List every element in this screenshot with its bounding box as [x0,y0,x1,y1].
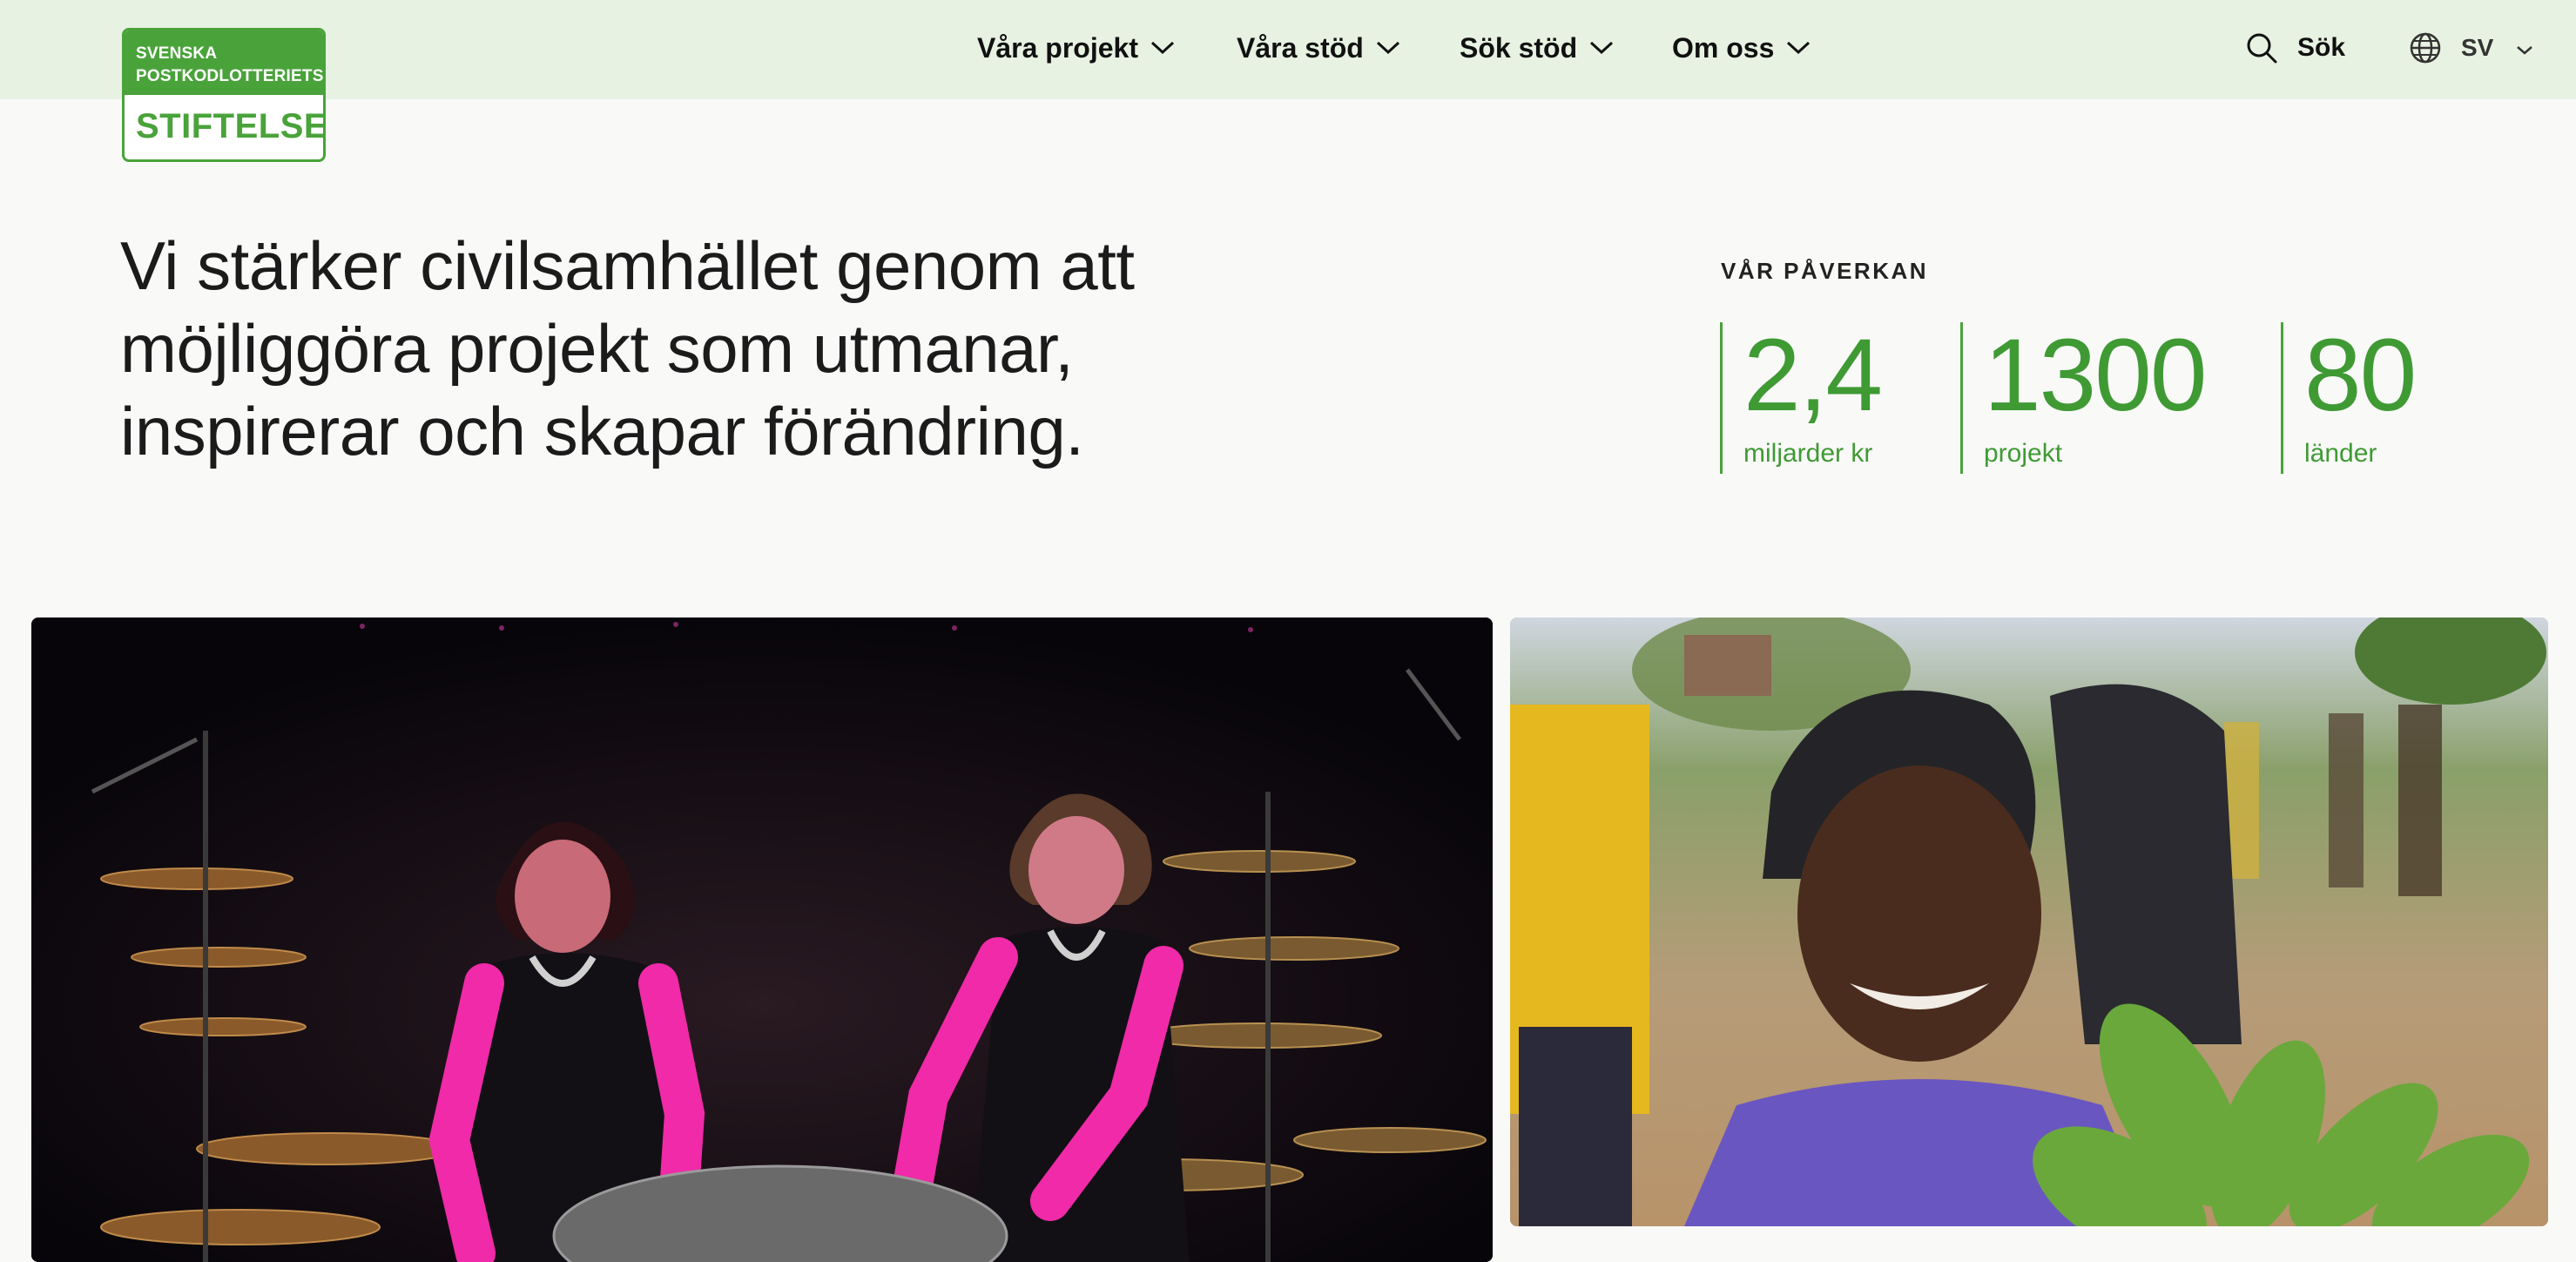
hero-tagline: Vi stärker civilsamhället genom att möjl… [120,225,1252,473]
stat-value: 2,4 [1743,318,1883,433]
impact-title: VÅR PÅVERKAN [1721,258,1929,284]
logo-line-2: POSTKODLOTTERIETS [136,67,324,85]
nav-item-vara-stod[interactable]: Våra stöd [1237,26,1400,70]
nav-item-label: Våra projekt [977,31,1138,64]
nav-item-vara-projekt[interactable]: Våra projekt [977,26,1175,70]
chevron-down-icon [1589,41,1614,55]
impact-stat-countries: 80 länder [2281,318,2417,474]
woman-portrait-illustration [1510,618,2548,1226]
tagline-line-3: inspirerar och skapar förändring. [120,393,1084,469]
search-label: Sök [2297,33,2346,62]
chevron-down-icon [2516,34,2533,62]
stat-unit: länder [2304,439,2377,468]
stat-value: 1300 [1984,318,2208,433]
chevron-down-icon [1150,41,1175,55]
drummers-illustration [31,618,1493,1262]
featured-project-image-drummers[interactable] [31,618,1493,1262]
nav-item-om-oss[interactable]: Om oss [1672,26,1811,70]
tagline-line-2: möjliggöra projekt som utmanar, [120,310,1074,387]
nav-item-label: Sök stöd [1460,31,1578,64]
search-button[interactable]: Sök [2245,26,2345,70]
logo-line-1: SVENSKA [136,44,218,63]
search-icon [2247,33,2277,64]
nav-item-label: Våra stöd [1237,31,1364,64]
impact-stat-amount: 2,4 miljarder kr [1720,318,1883,474]
language-label: SV [2461,34,2494,61]
stat-value: 80 [2304,318,2417,433]
stat-unit: miljarder kr [1743,439,1873,468]
logo-line-3: STIFTELSE [136,107,326,145]
tagline-line-1: Vi stärker civilsamhället genom att [120,227,1135,304]
chevron-down-icon [1376,41,1400,55]
language-selector[interactable]: SV [2409,26,2533,70]
site-logo[interactable]: SVENSKA POSTKODLOTTERIETS STIFTELSE [122,28,326,162]
nav-item-label: Om oss [1672,31,1775,64]
globe-icon [2410,32,2441,64]
logo-top-band: SVENSKA POSTKODLOTTERIETS [125,30,323,95]
stat-unit: projekt [1984,439,2063,468]
chevron-down-icon [1786,41,1811,55]
impact-stat-projects: 1300 projekt [1960,318,2208,474]
nav-item-sok-stod[interactable]: Sök stöd [1460,26,1614,70]
featured-project-image-woman[interactable] [1510,618,2548,1226]
